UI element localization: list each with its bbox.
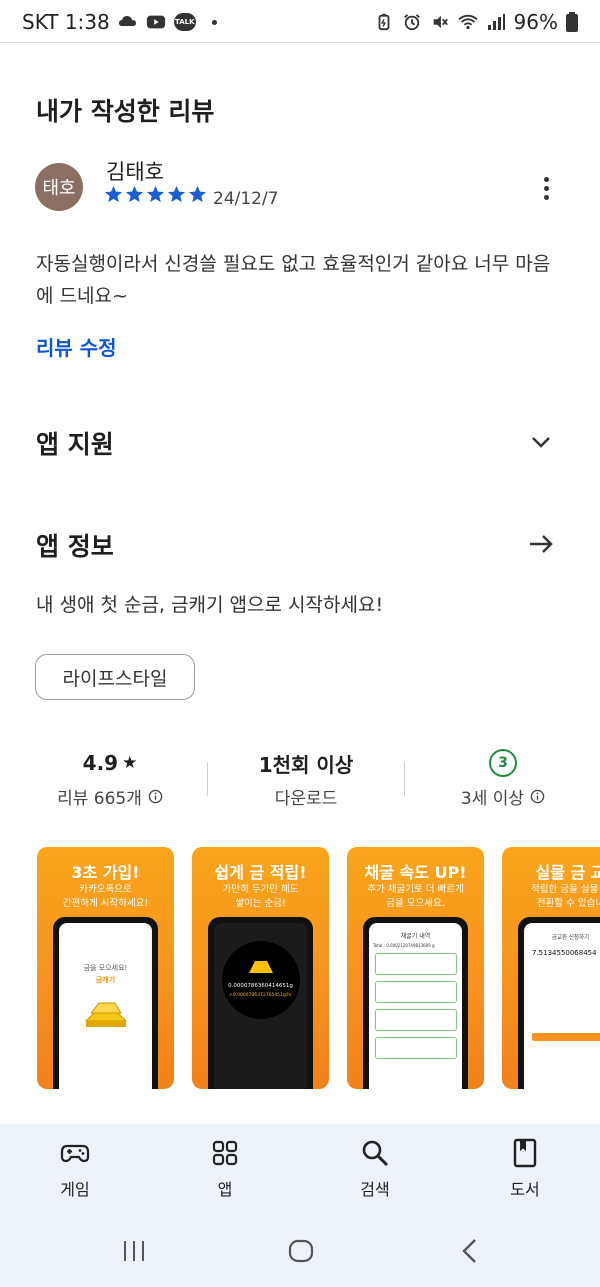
screenshot-title: 실물 금 교 bbox=[535, 863, 600, 882]
nav-label: 도서 bbox=[510, 1180, 540, 1199]
phone-mockup: 금교환 신청하기 7.5134550068454 bbox=[518, 917, 600, 1089]
chevron-down-icon[interactable] bbox=[526, 427, 556, 457]
age-badge-icon: 3 bbox=[489, 749, 517, 777]
nav-search[interactable]: 검색 bbox=[300, 1124, 450, 1214]
gamepad-icon bbox=[60, 1144, 90, 1163]
apps-grid-icon bbox=[212, 1140, 238, 1166]
nav-label: 검색 bbox=[360, 1180, 390, 1199]
screen-accent: Total : 0.0002120749813609 g bbox=[373, 943, 435, 948]
screenshot-title: 채굴 속도 UP! bbox=[364, 863, 467, 882]
nav-books[interactable]: 도서 bbox=[450, 1124, 600, 1214]
phone-mockup: 0.0000786360414651g +0.0000786372765451g… bbox=[208, 917, 313, 1089]
nav-apps[interactable]: 앱 bbox=[150, 1124, 300, 1214]
stat-divider bbox=[207, 762, 208, 796]
youtube-icon bbox=[146, 15, 165, 29]
carrier-time: SKT 1:38 bbox=[22, 10, 110, 34]
avatar: 태호 bbox=[35, 163, 83, 211]
screen-accent: 7.5134550068454 bbox=[532, 949, 597, 957]
nav-games[interactable]: 게임 bbox=[0, 1124, 150, 1214]
rating-stars bbox=[104, 185, 207, 204]
screenshot-subtitle: 추가 채굴기로 더 빠르게 금을 모으세요. bbox=[367, 884, 464, 909]
info-icon[interactable] bbox=[148, 789, 163, 804]
rating-star-glyph: ★ bbox=[122, 753, 138, 773]
screenshot-4[interactable]: 실물 금 교 적립한 금을 실물 금 전환할 수 있습니 금교환 신청하기 7.… bbox=[502, 847, 600, 1089]
category-chip[interactable]: 라이프스타일 bbox=[35, 654, 195, 700]
app-support-title[interactable]: 앱 지원 bbox=[36, 425, 114, 461]
search-icon bbox=[362, 1140, 389, 1167]
screenshot-3[interactable]: 채굴 속도 UP! 추가 채굴기로 더 빠르게 금을 모으세요. 채굴기 내역 … bbox=[347, 847, 484, 1089]
review-text: 자동실행이라서 신경쓸 필요도 없고 효율적인거 같아요 너무 마음에 드네요~ bbox=[36, 253, 551, 307]
star-icon bbox=[167, 185, 186, 203]
edit-review-link[interactable]: 리뷰 수정 bbox=[36, 332, 117, 361]
review-count: 리뷰 665개 bbox=[57, 789, 142, 809]
reviewer-name: 김태호 bbox=[106, 160, 164, 184]
screenshot-1[interactable]: 3초 가입! 카카오톡으로 간편하게 시작하세요! 금을 모으세요! 금캐기 bbox=[37, 847, 174, 1089]
screenshot-title: 쉽게 금 적립! bbox=[214, 863, 307, 882]
star-icon bbox=[146, 185, 165, 203]
screen-accent: 금캐기 bbox=[95, 976, 116, 984]
dot-icon bbox=[211, 19, 217, 25]
star-icon bbox=[188, 185, 207, 203]
screen-text: 0.0000786360414651g bbox=[228, 983, 293, 989]
screenshot-subtitle: 가만히 두기만 해도 쌓이는 순금! bbox=[222, 884, 299, 909]
signal-icon bbox=[487, 14, 505, 30]
downloads-stat: 1천회 이상 다운로드 bbox=[221, 748, 391, 810]
status-bar: SKT 1:38 TALK 96% bbox=[0, 0, 600, 44]
more-options-icon[interactable] bbox=[532, 172, 560, 204]
screen-text: 금교환 신청하기 bbox=[551, 935, 590, 941]
screen-accent: +0.0000786372765451g/hr bbox=[229, 993, 292, 998]
phone-mockup: 채굴기 내역 Total : 0.0002120749813609 g bbox=[363, 917, 468, 1089]
downloads-label: 다운로드 bbox=[274, 789, 338, 809]
book-icon bbox=[513, 1138, 537, 1168]
alarm-icon bbox=[403, 14, 420, 31]
status-divider bbox=[0, 42, 600, 43]
phone-mockup: 금을 모으세요! 금캐기 bbox=[53, 917, 158, 1089]
app-info-title[interactable]: 앱 정보 bbox=[36, 527, 114, 563]
screenshot-subtitle: 적립한 금을 실물 금 전환할 수 있습니 bbox=[531, 884, 600, 909]
my-review-title: 내가 작성한 리뷰 bbox=[36, 97, 215, 126]
back-icon[interactable] bbox=[458, 1238, 482, 1264]
review-date: 24/12/7 bbox=[213, 189, 279, 209]
wifi-icon bbox=[457, 14, 478, 30]
recent-apps-icon[interactable] bbox=[120, 1238, 148, 1264]
bottom-navigation: 게임 앱 검색 도서 bbox=[0, 1124, 600, 1214]
stat-divider bbox=[404, 762, 405, 796]
mute-icon bbox=[433, 15, 448, 29]
gold-bars-icon bbox=[84, 1002, 128, 1027]
screenshot-subtitle: 카카오톡으로 간편하게 시작하세요! bbox=[62, 884, 149, 909]
nav-label: 게임 bbox=[60, 1180, 90, 1199]
app-description: 내 생애 첫 순금, 금캐기 앱으로 시작하세요! bbox=[36, 594, 384, 616]
screenshot-title: 3초 가입! bbox=[71, 863, 140, 882]
nav-label: 앱 bbox=[217, 1180, 233, 1199]
battery-saver-icon bbox=[378, 13, 389, 31]
info-icon[interactable] bbox=[530, 789, 545, 804]
rating-stat: 4.9 ★ 리뷰 665개 bbox=[25, 748, 195, 809]
rating-value: 4.9 bbox=[82, 751, 119, 775]
home-icon[interactable] bbox=[288, 1238, 314, 1264]
age-rating-stat: 3 3세 이상 bbox=[418, 748, 588, 809]
cloud-icon bbox=[118, 16, 136, 26]
arrow-right-icon[interactable] bbox=[526, 529, 556, 559]
screenshot-2[interactable]: 쉽게 금 적립! 가만히 두기만 해도 쌓이는 순금! 0.0000786360… bbox=[192, 847, 329, 1089]
gold-bar-icon bbox=[249, 961, 273, 973]
downloads-value: 1천회 이상 bbox=[258, 752, 354, 777]
system-navigation-bar bbox=[0, 1214, 600, 1287]
kakaotalk-icon: TALK bbox=[173, 13, 196, 31]
battery-icon bbox=[566, 12, 578, 32]
star-icon bbox=[104, 185, 123, 203]
age-label: 3세 이상 bbox=[460, 789, 525, 809]
battery-percent: 96% bbox=[513, 10, 558, 34]
screen-text: 채굴기 내역 bbox=[400, 933, 431, 940]
star-icon bbox=[125, 185, 144, 203]
screen-text: 금을 모으세요! bbox=[83, 964, 128, 972]
